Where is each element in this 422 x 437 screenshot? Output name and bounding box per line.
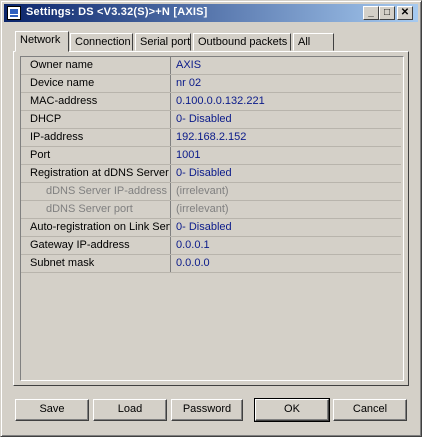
ok-button[interactable]: OK [254,398,330,422]
property-value[interactable]: 192.168.2.152 [176,129,246,146]
tab-network[interactable]: Network [15,31,69,52]
property-value[interactable]: 0.0.0.0 [176,255,210,272]
property-key: Gateway IP-address [21,237,171,254]
property-row[interactable]: Auto-registration on Link Server 0- Disa… [21,219,401,237]
property-key: Owner name [21,57,171,74]
property-row[interactable]: Registration at dDNS Server 0- Disabled [21,165,401,183]
password-button[interactable]: Password [171,399,243,421]
property-key: DHCP [21,111,171,128]
property-row[interactable]: Owner name AXIS [21,57,401,75]
property-value[interactable]: nr 02 [176,75,201,92]
maximize-button[interactable]: □ [379,6,395,20]
property-value[interactable]: 0- Disabled [176,111,232,128]
property-key: IP-address [21,129,171,146]
property-value: (irrelevant) [176,203,229,215]
property-row: dDNS Server port (irrelevant) [21,201,401,219]
property-row[interactable]: Subnet mask 0.0.0.0 [21,255,401,273]
property-value[interactable]: 1001 [176,147,200,164]
property-value[interactable]: AXIS [176,57,201,74]
property-value[interactable]: 0- Disabled [176,165,232,182]
property-key: MAC-address [21,93,171,110]
property-key: Auto-registration on Link Server [21,219,171,236]
property-row[interactable]: Device name nr 02 [21,75,401,93]
property-row[interactable]: Gateway IP-address 0.0.0.1 [21,237,401,255]
save-button[interactable]: Save [15,399,89,421]
property-key: Device name [21,75,171,92]
property-key: Port [21,147,171,164]
property-row[interactable]: Port 1001 [21,147,401,165]
tab-outbound-packets[interactable]: Outbound packets [193,33,291,51]
property-row[interactable]: DHCP 0- Disabled [21,111,401,129]
property-row: dDNS Server IP-address (irrelevant) [21,183,401,201]
property-row[interactable]: MAC-address 0.100.0.0.132.221 [21,93,401,111]
property-grid: Owner name AXIS Device name nr 02 MAC-ad… [20,56,404,381]
tab-all[interactable]: All [293,33,334,51]
tab-connection[interactable]: Connection [70,33,133,51]
property-value: (irrelevant) [176,185,229,197]
property-value[interactable]: 0.100.0.0.132.221 [176,93,265,110]
settings-window: Settings: DS <V3.32(S)>+N [AXIS] _ □ ✕ N… [0,0,422,437]
property-key: Subnet mask [21,255,171,272]
minimize-button[interactable]: _ [363,6,379,20]
property-row[interactable]: IP-address 192.168.2.152 [21,129,401,147]
tab-panel: Owner name AXIS Device name nr 02 MAC-ad… [13,51,409,386]
title-bar[interactable]: Settings: DS <V3.32(S)>+N [AXIS] _ □ ✕ [4,4,418,22]
property-value[interactable]: 0.0.0.1 [176,237,210,254]
property-key: Registration at dDNS Server [21,165,171,182]
tab-serial-port[interactable]: Serial port [135,33,191,51]
cancel-button[interactable]: Cancel [333,399,407,421]
app-icon [7,6,21,20]
window-title: Settings: DS <V3.32(S)>+N [AXIS] [26,6,208,18]
property-key: dDNS Server IP-address [21,183,171,200]
property-key: dDNS Server port [21,201,171,218]
property-value[interactable]: 0- Disabled [176,219,232,236]
close-button[interactable]: ✕ [397,6,413,20]
load-button[interactable]: Load [93,399,167,421]
